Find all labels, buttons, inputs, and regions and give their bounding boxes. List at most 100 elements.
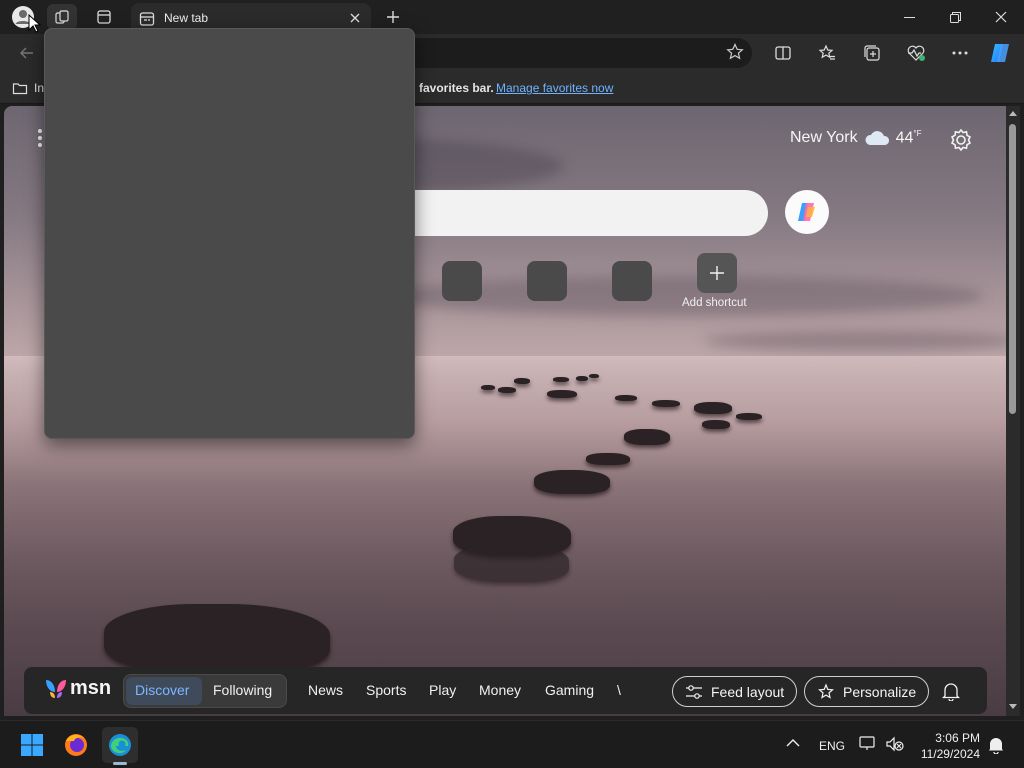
feed-category-truncated[interactable]: \	[617, 682, 621, 698]
copilot-search-button[interactable]	[785, 190, 829, 234]
favorites-button[interactable]	[814, 40, 840, 66]
personalize-label: Personalize	[843, 683, 917, 700]
collections-button[interactable]	[859, 40, 885, 66]
network-display-icon	[859, 736, 875, 750]
feed-category-money[interactable]: Money	[479, 682, 521, 698]
tab-close-button[interactable]	[347, 10, 363, 26]
workspaces-button[interactable]	[47, 4, 77, 30]
clock-date: 11/29/2024	[920, 747, 980, 761]
close-icon	[995, 11, 1007, 23]
restore-icon	[949, 11, 961, 23]
minimize-icon	[903, 16, 915, 18]
copilot-icon	[991, 44, 1009, 62]
volume-muted-icon	[886, 736, 904, 752]
weather-temperature: 44°F	[895, 129, 922, 147]
import-favorites-label: In	[34, 81, 45, 95]
windows-taskbar: ENG 3:06 PM 11/29/2024	[0, 720, 1024, 768]
feed-layout-label: Feed layout	[711, 683, 785, 700]
taskbar-clock[interactable]: 3:06 PM 11/29/2024	[918, 730, 980, 762]
shortcut-tile[interactable]	[612, 261, 652, 301]
add-shortcut-button[interactable]	[697, 253, 737, 293]
favorites-bar-message: favorites bar.	[419, 81, 494, 95]
folder-import-icon	[12, 83, 28, 95]
plus-icon	[387, 11, 399, 23]
page-scrollbar[interactable]	[1006, 106, 1020, 716]
start-button[interactable]	[14, 727, 50, 763]
tab-following[interactable]: Following	[213, 682, 272, 698]
scrollbar-thumb[interactable]	[1009, 124, 1016, 414]
star-icon	[726, 43, 744, 60]
gear-icon	[950, 128, 972, 152]
shortcut-tile[interactable]	[442, 261, 482, 301]
feed-category-gaming[interactable]: Gaming	[545, 682, 594, 698]
back-arrow-icon	[20, 47, 33, 59]
new-tab-button[interactable]	[378, 4, 408, 30]
page-menu-button[interactable]	[36, 128, 44, 148]
feed-layout-button[interactable]: Feed layout	[672, 676, 798, 707]
feed-category-play[interactable]: Play	[429, 682, 456, 698]
volume-button[interactable]	[886, 736, 904, 752]
bell-icon	[942, 683, 960, 701]
tab-title: New tab	[164, 11, 209, 25]
address-bar[interactable]	[400, 38, 752, 68]
tab-actions-button[interactable]	[89, 4, 119, 30]
split-screen-button[interactable]	[770, 40, 796, 66]
input-language-indicator[interactable]: ENG	[819, 739, 845, 753]
browser-essentials-button[interactable]	[903, 40, 929, 66]
notification-center-button[interactable]	[988, 736, 1004, 754]
copilot-sidebar-button[interactable]	[988, 40, 1014, 66]
firefox-icon	[65, 734, 87, 756]
chevron-up-icon	[786, 739, 800, 747]
import-favorites-button[interactable]: In	[12, 80, 44, 96]
vertical-tabs-icon	[97, 10, 111, 24]
cloud-icon	[865, 131, 889, 146]
personalize-button[interactable]: Personalize	[804, 676, 930, 707]
scroll-down-arrow-icon[interactable]	[1009, 702, 1017, 710]
add-shortcut-label: Add shortcut	[682, 297, 747, 309]
favorites-star-list-icon	[818, 44, 835, 60]
network-status-button[interactable]	[859, 736, 879, 752]
copilot-icon	[798, 203, 815, 221]
feed-category-news[interactable]: News	[308, 682, 343, 698]
weather-widget[interactable]: New York 44°F	[790, 129, 921, 147]
feed-category-sports[interactable]: Sports	[366, 682, 406, 698]
split-screen-icon	[775, 46, 791, 60]
taskbar-firefox[interactable]	[58, 727, 94, 763]
clock-time: 3:06 PM	[935, 731, 980, 745]
page-settings-button[interactable]	[948, 127, 974, 153]
tab-discover[interactable]: Discover	[135, 682, 189, 698]
heartbeat-icon	[907, 45, 925, 61]
close-window-button[interactable]	[978, 0, 1024, 34]
windows-logo-icon	[21, 734, 43, 756]
show-hidden-icons-button[interactable]	[786, 738, 800, 748]
restore-button[interactable]	[932, 0, 978, 34]
plus-icon	[710, 266, 724, 280]
workspaces-icon	[55, 10, 69, 24]
vertical-dots-icon	[38, 129, 42, 147]
shortcut-tile[interactable]	[527, 261, 567, 301]
msn-logo[interactable]: msn	[44, 677, 111, 700]
sparkle-star-icon	[818, 682, 834, 699]
weather-city: New York	[790, 129, 858, 147]
active-app-indicator	[113, 762, 127, 765]
msn-butterfly-icon	[46, 679, 66, 698]
edge-icon	[109, 734, 131, 756]
collections-icon	[864, 45, 880, 61]
favorite-star-button[interactable]	[726, 43, 744, 61]
workspaces-flyout-panel[interactable]	[44, 28, 415, 439]
msn-logo-text: msn	[70, 677, 112, 699]
scroll-up-arrow-icon[interactable]	[1009, 110, 1017, 118]
new-tab-page-icon	[139, 12, 155, 26]
mouse-cursor-icon	[28, 14, 42, 33]
msn-feed-bar: msn Discover Following News Sports Play …	[24, 667, 987, 714]
taskbar-edge[interactable]	[102, 727, 138, 765]
bell-icon	[989, 738, 1003, 754]
manage-favorites-link[interactable]: Manage favorites now	[496, 81, 613, 95]
settings-and-more-button[interactable]	[947, 40, 973, 66]
sliders-icon	[686, 684, 702, 699]
more-dots-icon	[952, 51, 968, 55]
minimize-button[interactable]	[886, 0, 932, 34]
close-icon	[350, 13, 360, 23]
notifications-button[interactable]	[942, 681, 960, 701]
back-button[interactable]	[14, 40, 40, 66]
